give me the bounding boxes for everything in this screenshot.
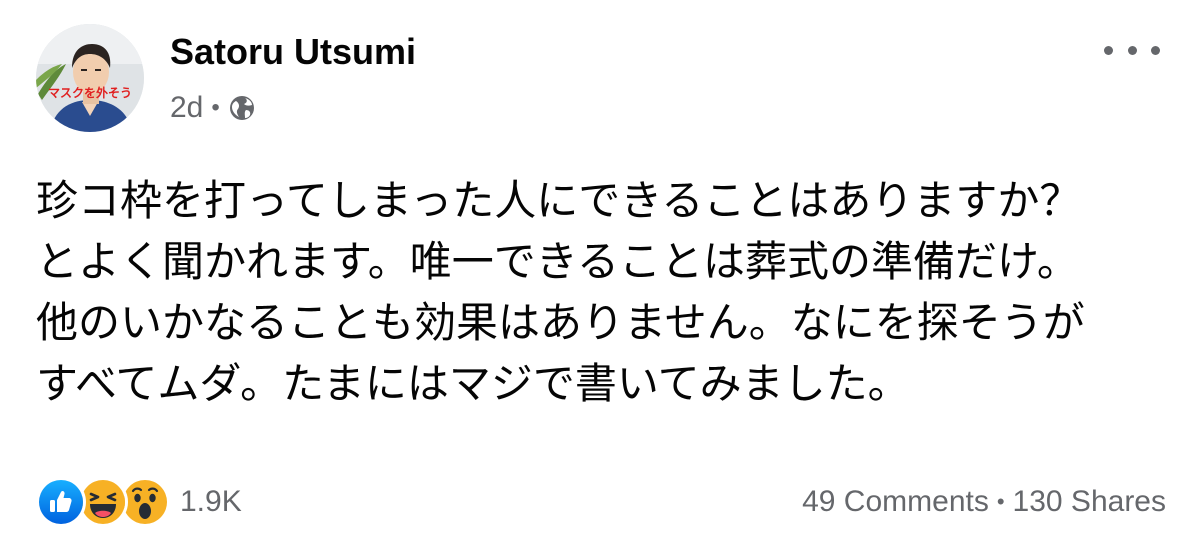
reactions-summary[interactable]: 1.9K: [36, 477, 242, 527]
engagement-summary: 49 Comments • 130 Shares: [802, 478, 1166, 526]
globe-icon[interactable]: [228, 94, 256, 122]
more-dot-icon: [1104, 45, 1113, 55]
author-name[interactable]: Satoru Utsumi: [170, 30, 416, 74]
avatar-caption: マスクを外そう: [47, 86, 132, 100]
facebook-post: マスクを外そう Satoru Utsumi 2d • 珍コ枠を打ってしまった人に…: [0, 0, 1200, 555]
post-timestamp[interactable]: 2d: [170, 91, 203, 125]
avatar[interactable]: マスクを外そう: [36, 24, 144, 132]
more-options-button[interactable]: [1104, 38, 1160, 62]
post-text-line: 珍コ枠を打ってしまった人にできることはありますか？: [36, 176, 1082, 225]
post-text-line: すべてムダ。たまにはマジで書いてみました。: [36, 359, 910, 408]
reaction-count[interactable]: 1.9K: [180, 485, 242, 519]
post-text-line: とよく聞かれます。唯一できることは葬式の準備だけ。: [36, 237, 1079, 286]
comments-count[interactable]: 49 Comments: [802, 485, 989, 519]
like-icon: [36, 477, 86, 527]
more-dot-icon: [1151, 45, 1160, 55]
more-dot-icon: [1127, 45, 1137, 55]
post-text: 珍コ枠を打ってしまった人にできることはありますか？ とよく聞かれます。唯一できる…: [36, 170, 1176, 414]
meta-separator: •: [211, 94, 220, 121]
reaction-icons: [36, 477, 170, 527]
engagement-separator: •: [996, 489, 1005, 514]
shares-count[interactable]: 130 Shares: [1013, 485, 1166, 519]
post-text-line: 他のいかなることも効果はありません。なにを探そうが: [36, 298, 1085, 347]
post-meta: 2d •: [170, 88, 256, 128]
